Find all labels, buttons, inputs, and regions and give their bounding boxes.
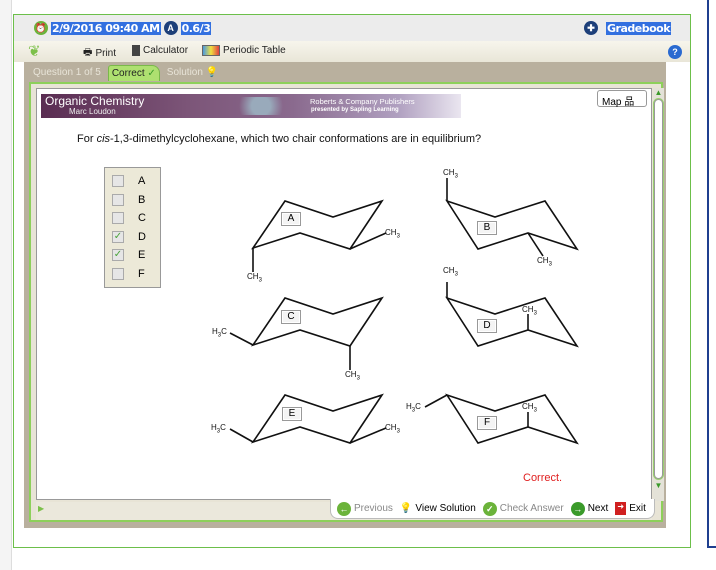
methyl-label: CH3 <box>385 423 400 435</box>
chair-c <box>229 296 384 370</box>
methyl-label: CH3 <box>443 168 458 180</box>
methyl-label: CH3 <box>443 266 458 278</box>
check-icon: ✓ <box>482 501 497 516</box>
previous-button[interactable]: ← Previous <box>337 501 393 516</box>
structure-label-d: D <box>477 319 497 333</box>
chair-a <box>251 199 387 272</box>
methyl-label: CH3 <box>345 370 360 382</box>
methyl-label: H3C <box>211 423 226 435</box>
structure-label-b: B <box>477 221 497 235</box>
navigation-bar: ← Previous 💡 View Solution ✓ Check Answer →… <box>330 499 655 519</box>
arrow-right-icon: → <box>570 501 585 516</box>
methyl-label: CH3 <box>247 272 262 284</box>
chair-e <box>229 393 387 444</box>
structure-label-c: C <box>281 310 301 324</box>
lightbulb-icon: 💡 <box>399 503 413 514</box>
structure-label-f: F <box>477 416 497 430</box>
methyl-label: H3C <box>406 402 421 414</box>
feedback-correct: Correct. <box>523 472 563 484</box>
chair-d <box>445 282 579 348</box>
chair-structures <box>229 178 579 445</box>
exit-button[interactable]: ➜ Exit <box>615 502 646 515</box>
structure-label-a: A <box>281 212 301 226</box>
chair-f <box>424 393 579 445</box>
view-solution-button[interactable]: 💡 View Solution <box>400 503 476 514</box>
arrow-left-icon: ← <box>337 501 351 516</box>
methyl-label: H3C <box>212 327 227 339</box>
methyl-label: CH3 <box>537 256 552 268</box>
methyl-label: CH3 <box>522 402 537 414</box>
methyl-label: CH3 <box>385 228 400 240</box>
methyl-label: CH3 <box>522 305 537 317</box>
chair-b <box>445 178 579 257</box>
structure-label-e: E <box>282 407 302 421</box>
check-answer-button[interactable]: ✓ Check Answer <box>482 501 564 516</box>
next-button[interactable]: → Next <box>570 501 608 516</box>
exit-door-icon: ➜ <box>615 502 627 515</box>
